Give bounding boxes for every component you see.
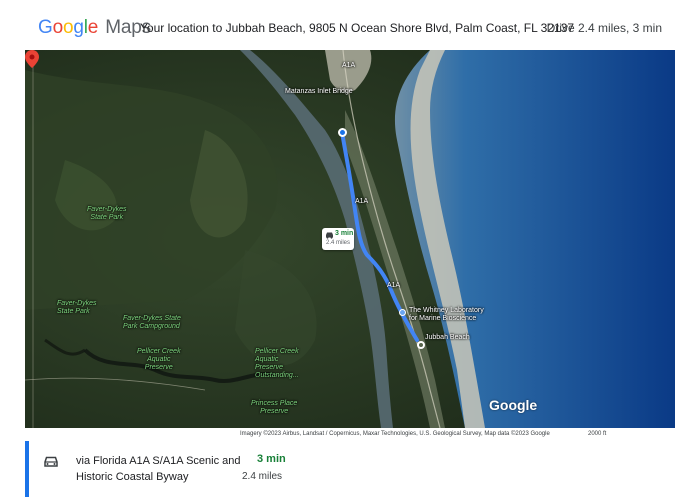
poi-marker[interactable] [399, 309, 406, 316]
map-attribution[interactable]: Imagery ©2023 Airbus, Landsat / Copernic… [240, 431, 550, 437]
satellite-map[interactable]: Matanzas Inlet Bridge A1A A1A A1A Faver-… [25, 50, 675, 428]
route-card-distance: 2.4 miles [326, 240, 351, 246]
route-distance: 2.4 miles [242, 471, 283, 482]
origin-marker-icon[interactable] [338, 128, 347, 137]
directions-title: Your location to Jubbah Beach, 9805 N Oc… [140, 21, 575, 35]
map-label-a1a: A1A [387, 282, 401, 289]
map-label-jubbah-beach[interactable]: Jubbah Beach [425, 334, 470, 342]
map-label-bridge: Matanzas Inlet Bridge [285, 88, 353, 95]
route-via-text: via Florida A1A S/A1A Scenic and Histori… [76, 455, 241, 483]
logo-letter: e [87, 17, 99, 38]
google-watermark: Google [489, 397, 538, 413]
destination-circle-icon[interactable] [417, 341, 425, 349]
red-pin-icon[interactable] [25, 50, 39, 68]
logo-letter: G [38, 17, 53, 38]
route-option[interactable]: via Florida A1A S/A1A Scenic and Histori… [25, 441, 675, 497]
route-duration: 3 min [257, 453, 286, 465]
map-label-a1a: A1A [355, 198, 369, 205]
map-label-campground[interactable]: Faver-Dykes State Park Campground [123, 315, 181, 331]
logo-letter: o [52, 17, 64, 38]
header: Google Maps Your location to Jubbah Beac… [0, 0, 700, 50]
route-time-card[interactable]: 3 min 2.4 miles [322, 228, 354, 250]
map-label-princess-place[interactable]: Princess Place Preserve [251, 400, 297, 416]
route-card-time: 3 min [335, 230, 354, 237]
car-icon [44, 456, 58, 467]
trip-summary: Drive 2.4 miles, 3 min [546, 21, 662, 35]
logo-letter: o [62, 17, 74, 38]
map-label-a1a: A1A [342, 62, 356, 69]
map-label-whitney-lab[interactable]: The Whitney Laboratory for Marine Biosci… [409, 307, 484, 323]
map-label-faver-dykes-park[interactable]: Faver-Dykes State Park [87, 206, 127, 222]
map-label-pellicer-creek[interactable]: Pellicer Creek Aquatic Preserve [137, 348, 181, 372]
car-icon [326, 232, 333, 239]
map-label-faver-dykes-park-2[interactable]: Faver-Dykes State Park [57, 300, 97, 316]
google-maps-logo[interactable]: Google Maps [38, 17, 151, 39]
map-scale[interactable]: 2000 ft [588, 431, 606, 437]
logo-letter: g [73, 17, 84, 38]
map-label-pellicer-creek-outstanding[interactable]: Pellicer Creek Aquatic Preserve Outstand… [255, 348, 299, 380]
